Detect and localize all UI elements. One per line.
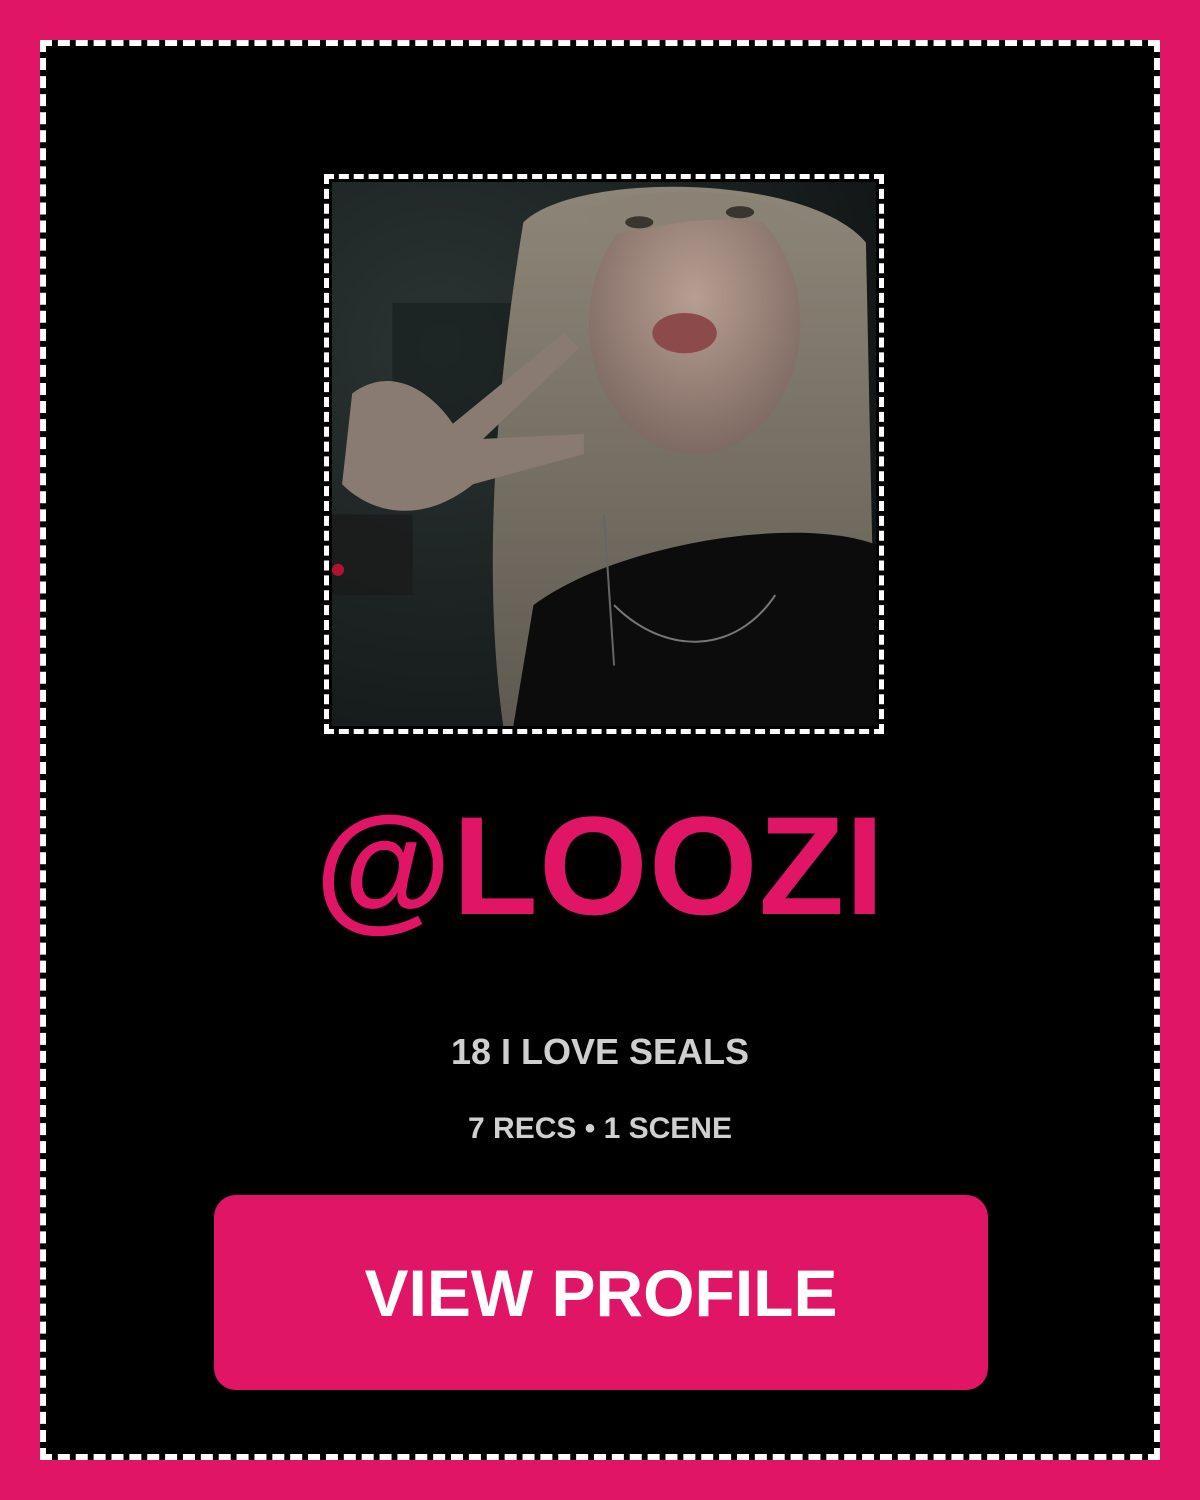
profile-card: @LOOZI 18 I LOVE SEALS 7 RECS • 1 SCENE … (40, 40, 1160, 1460)
profile-username: @LOOZI (314, 787, 886, 944)
profile-photo-frame (324, 174, 884, 734)
profile-stats: 7 RECS • 1 SCENE (468, 1112, 732, 1145)
view-profile-button[interactable]: VIEW PROFILE (214, 1195, 988, 1390)
view-profile-button-label: VIEW PROFILE (364, 1255, 838, 1330)
profile-bio: 18 I LOVE SEALS (450, 1031, 750, 1072)
profile-photo (332, 182, 876, 726)
